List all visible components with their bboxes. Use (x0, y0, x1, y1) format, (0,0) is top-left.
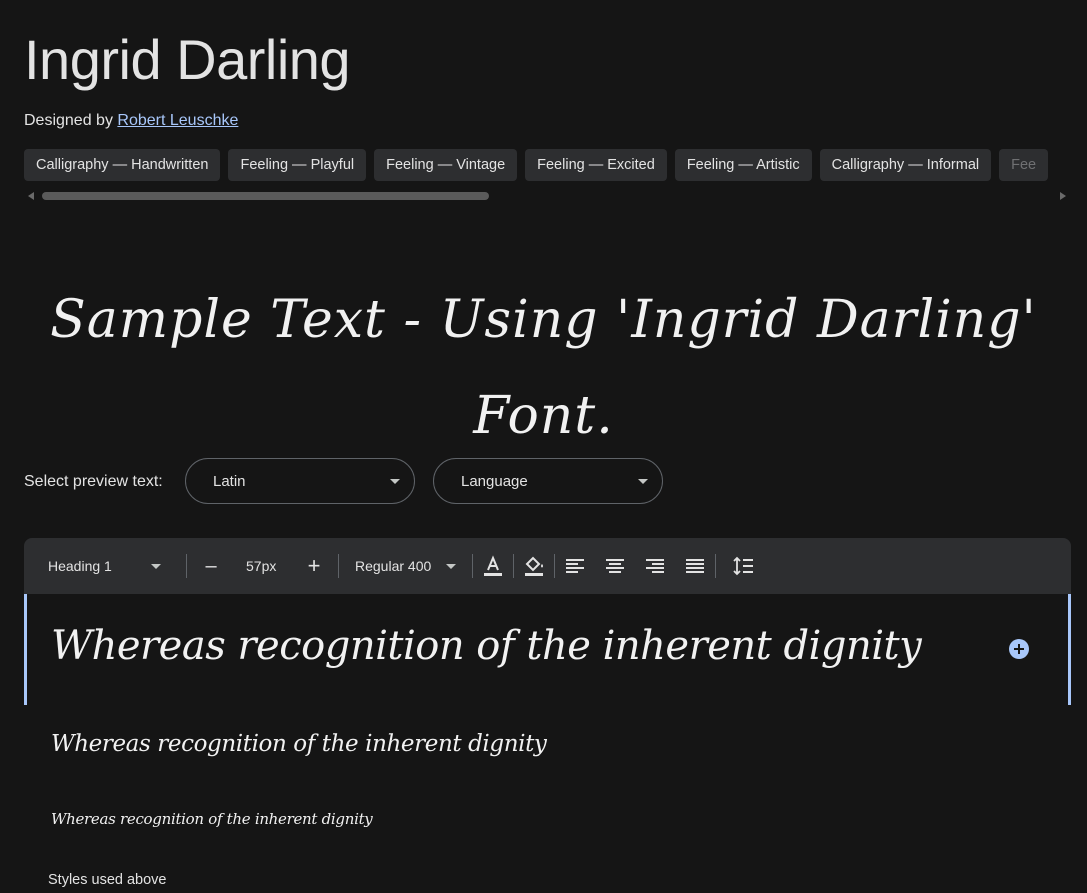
horizontal-scrollbar-thumb[interactable] (42, 192, 489, 200)
preview-line-medium[interactable]: Whereas recognition of the inherent dign… (51, 726, 547, 762)
tag-chip[interactable]: Feeling — Playful (228, 149, 367, 181)
language-select[interactable]: Language (433, 458, 663, 504)
highlight-color-icon[interactable] (522, 554, 546, 578)
language-select-value: Language (461, 473, 528, 490)
decrease-size-button[interactable]: – (204, 538, 218, 594)
font-weight-value: Regular 400 (355, 558, 432, 574)
toolbar-divider (554, 554, 555, 578)
tag-chip[interactable]: Fee (999, 149, 1049, 181)
increase-size-button[interactable]: + (306, 538, 322, 594)
scroll-left-arrow-icon[interactable] (28, 192, 34, 200)
designer-line: Designed by Robert Leuschke (24, 110, 238, 132)
script-select-value: Latin (213, 473, 246, 490)
styles-used-heading: Styles used above (48, 872, 167, 888)
sample-text: Sample Text - Using 'Ingrid Darling' Fon… (50, 290, 1037, 446)
text-color-icon[interactable] (481, 554, 505, 578)
align-left-icon[interactable] (563, 554, 587, 578)
font-detail-page: Ingrid Darling Designed by Robert Leusch… (0, 0, 1087, 893)
preview-line-small[interactable]: Whereas recognition of the inherent dign… (51, 805, 373, 833)
align-center-icon[interactable] (603, 554, 627, 578)
add-style-icon[interactable] (1009, 639, 1029, 659)
dropdown-caret-icon (390, 479, 400, 484)
toolbar-divider (472, 554, 473, 578)
toolbar-divider (186, 554, 187, 578)
tag-chip[interactable]: Feeling — Artistic (674, 149, 812, 181)
scroll-right-arrow-icon[interactable] (1060, 192, 1066, 200)
dropdown-caret-icon (446, 564, 456, 569)
align-justify-icon[interactable] (683, 554, 707, 578)
line-height-icon[interactable] (732, 554, 756, 578)
preview-text-label: Select preview text: (24, 473, 163, 490)
text-style-select[interactable]: Heading 1 (48, 538, 188, 594)
preview-editor-active-line[interactable]: Whereas recognition of the inherent dign… (24, 594, 1071, 705)
tag-chip[interactable]: Feeling — Excited (525, 149, 667, 181)
toolbar-divider (715, 554, 716, 578)
tag-chip[interactable]: Calligraphy — Informal (819, 149, 992, 181)
tag-list: Calligraphy — Handwritten Feeling — Playf… (24, 149, 1087, 182)
designed-by-prefix: Designed by (24, 112, 113, 129)
dropdown-caret-icon (638, 479, 648, 484)
script-select[interactable]: Latin (185, 458, 415, 504)
align-right-icon[interactable] (643, 554, 667, 578)
text-style-toolbar: Heading 1 – 57px + Regular 400 (24, 538, 1071, 594)
font-weight-select[interactable]: Regular 400 (355, 538, 465, 594)
designer-link[interactable]: Robert Leuschke (117, 112, 238, 129)
toolbar-divider (513, 554, 514, 578)
preview-line-large[interactable]: Whereas recognition of the inherent dign… (51, 612, 922, 680)
font-size-value[interactable]: 57px (246, 538, 276, 594)
toolbar-divider (338, 554, 339, 578)
tag-chip[interactable]: Calligraphy — Handwritten (24, 149, 221, 181)
page-title: Ingrid Darling (24, 28, 351, 91)
tag-chip[interactable]: Feeling — Vintage (374, 149, 518, 181)
dropdown-caret-icon (151, 564, 161, 569)
text-style-value: Heading 1 (48, 558, 112, 574)
